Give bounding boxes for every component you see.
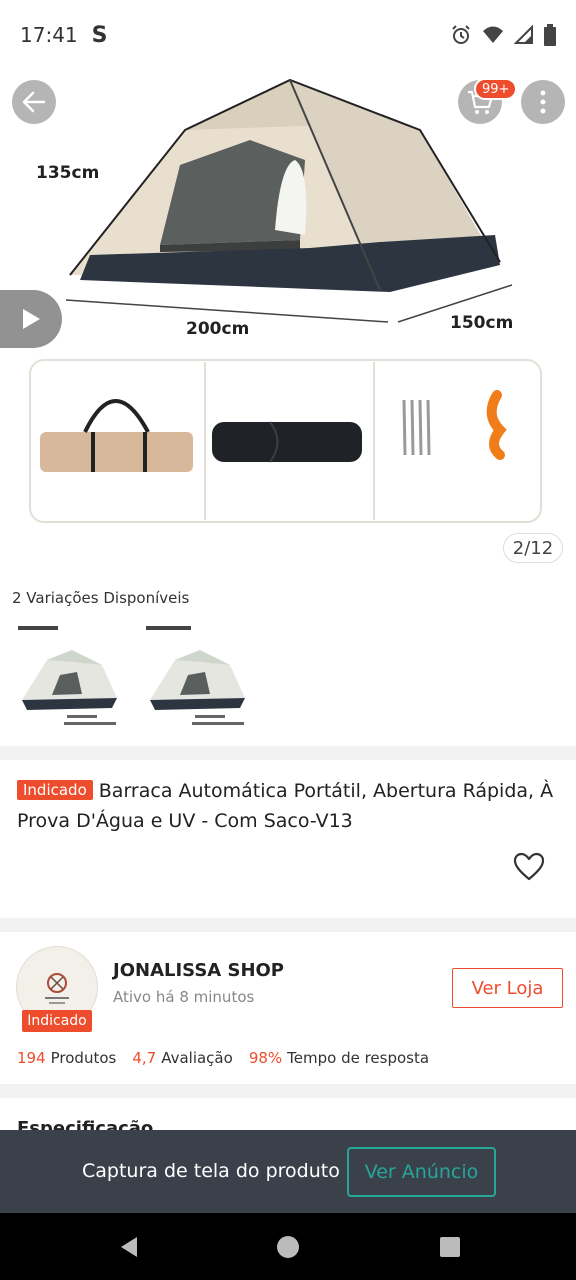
status-bar: 17:41 S <box>0 0 576 70</box>
cart-count-badge: 99+ <box>474 78 518 100</box>
play-video-button[interactable] <box>0 290 62 348</box>
shop-logo-icon <box>45 973 69 1004</box>
image-page-counter: 2/12 <box>503 533 563 563</box>
product-image-gallery[interactable]: 135cm 200cm 150cm <box>0 70 576 570</box>
battery-icon <box>544 24 556 46</box>
shop-stat-response-time: 98% Tempo de resposta <box>248 1049 430 1067</box>
variations-section: 2 Variações Disponíveis <box>0 580 576 744</box>
shop-stat-rating: 4,7 Avaliação <box>132 1049 233 1067</box>
shop-name[interactable]: JONALISSA SHOP <box>113 960 284 981</box>
dimension-height-label: 135cm <box>36 163 100 183</box>
screenshot-banner: Captura de tela do produto Ver Anúncio <box>0 1130 576 1213</box>
section-divider <box>0 1084 576 1098</box>
nav-recents-icon[interactable] <box>438 1235 462 1259</box>
section-divider <box>0 746 576 760</box>
dimension-width-label: 150cm <box>450 313 514 333</box>
product-title: Barraca Automática Portátil, Abertura Rá… <box>17 780 554 832</box>
signal-icon <box>514 25 533 44</box>
shop-section: Indicado JONALISSA SHOP Ativo há 8 minut… <box>0 932 576 1082</box>
view-listing-button[interactable]: Ver Anúncio <box>347 1147 496 1197</box>
section-divider <box>0 918 576 932</box>
more-vertical-icon <box>540 90 546 114</box>
variations-title: 2 Variações Disponíveis <box>12 589 190 607</box>
shop-stat-products: 194 Produtos <box>17 1049 117 1067</box>
arrow-left-icon <box>22 91 46 113</box>
recommended-tag: Indicado <box>17 780 93 800</box>
more-options-button[interactable] <box>521 80 565 124</box>
dimension-length-label: 200cm <box>186 319 250 339</box>
nav-home-icon[interactable] <box>276 1235 300 1259</box>
favorite-heart-icon[interactable] <box>512 850 546 884</box>
wifi-icon <box>483 26 503 43</box>
variation-thumb-2[interactable] <box>140 620 252 732</box>
status-time: 17:41 <box>20 23 78 47</box>
shop-active-status: Ativo há 8 minutos <box>113 988 255 1006</box>
carrier-s-icon: S <box>91 22 108 48</box>
product-title-section: Indicado Barraca Automática Portátil, Abe… <box>0 760 576 916</box>
banner-text: Captura de tela do produto <box>82 1160 340 1182</box>
product-page: 17:41 S 135cm 200cm 150cm 99+ 2/12 2 Var… <box>0 0 576 1280</box>
alarm-icon <box>452 25 470 44</box>
shop-stats: 194 Produtos 4,7 Avaliação 98% Tempo de res… <box>17 1049 429 1067</box>
variation-thumb-1[interactable] <box>12 620 124 732</box>
play-icon <box>23 309 40 329</box>
nav-back-icon[interactable] <box>117 1235 141 1259</box>
shop-recommended-badge: Indicado <box>22 1010 92 1032</box>
visit-shop-button[interactable]: Ver Loja <box>452 968 563 1008</box>
back-button[interactable] <box>12 80 56 124</box>
system-navigation-bar <box>0 1213 576 1280</box>
